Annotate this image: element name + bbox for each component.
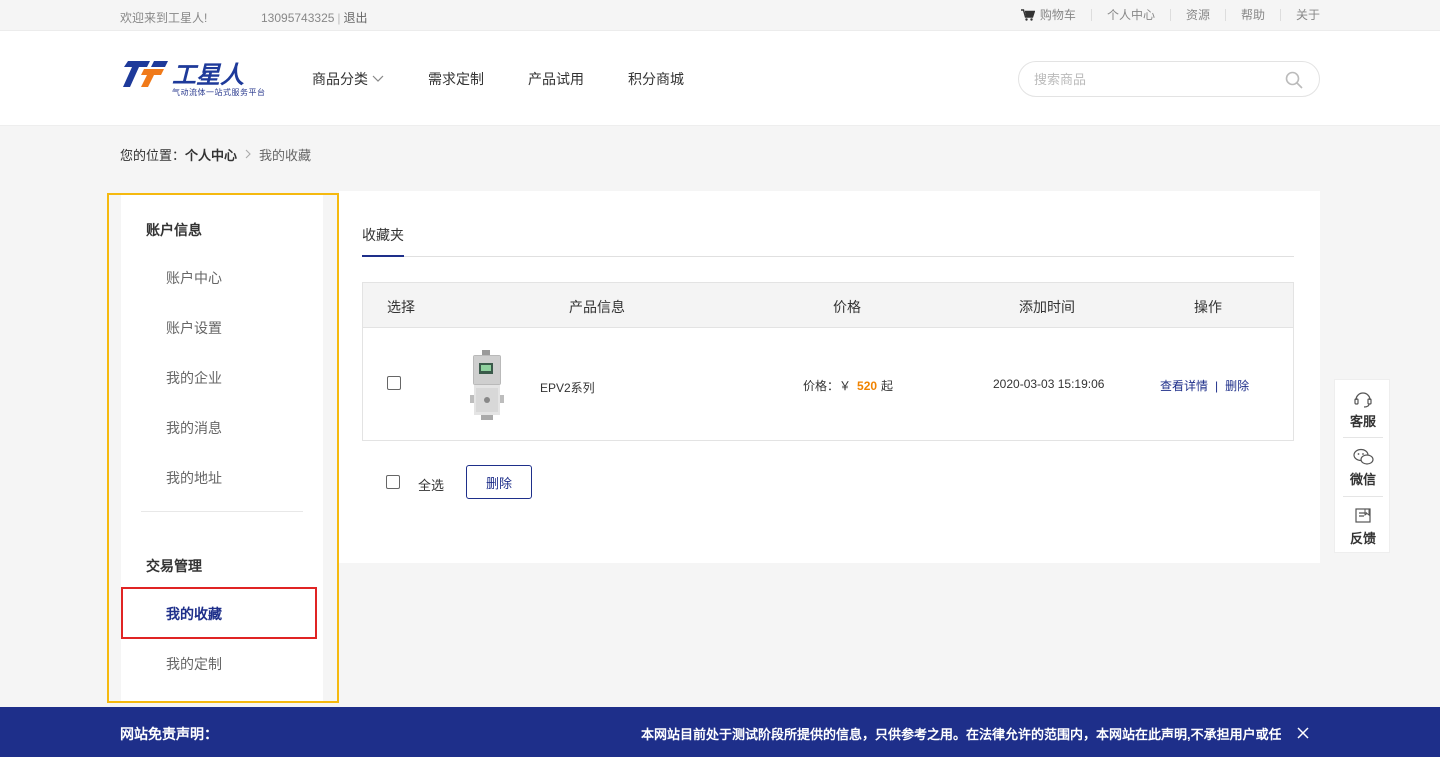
breadcrumb-user-center[interactable]: 个人中心 [185,145,237,164]
about-link[interactable]: 关于 [1279,9,1320,21]
breadcrumb-chevron-icon [245,147,251,162]
bulk-actions: 全选 删除 [362,465,762,499]
table-header: 选择 产品信息 价格 添加时间 操作 [363,283,1293,328]
headset-icon [1354,392,1372,408]
tab-active-indicator [362,255,404,257]
logo-slogan: 气动流体一站式服务平台 [172,88,266,97]
sidebar-item-my-messages[interactable]: 我的消息 [166,418,222,438]
col-select: 选择 [387,299,415,315]
cart-icon [1020,9,1035,21]
nav-categories-label: 商品分类 [312,71,368,87]
sidebar-item-my-custom[interactable]: 我的定制 [166,654,222,674]
table-row: EPV2系列 价格：￥ 520 起 2020-03-03 15:19:06 查看详情… [363,328,1293,440]
cart-label: 购物车 [1039,8,1076,22]
user-phone-area: 13095743325 | 退出 [261,9,368,26]
chevron-down-icon [372,75,384,82]
favorites-table: 选择 产品信息 价格 添加时间 操作 EPV2系列 价格：￥ 520 起 202… [362,282,1294,441]
nav-custom[interactable]: 需求定制 [428,69,484,89]
col-product: 产品信息 [569,299,625,315]
ops-separator: | [1215,379,1219,393]
nav-points-mall[interactable]: 积分商城 [628,69,684,89]
welcome-text: 欢迎来到工星人! [120,11,208,25]
logout-link[interactable]: 退出 [344,11,368,25]
col-operations: 操作 [1194,299,1222,315]
top-links: 购物车 个人中心 资源 帮助 关于 [1020,8,1320,22]
price-value: 520 [857,379,878,393]
nav-categories[interactable]: 商品分类 [312,69,384,89]
col-price: 价格 [833,299,861,315]
disclaimer-title: 网站免责声明： [120,726,218,742]
sidebar-item-my-company[interactable]: 我的企业 [166,368,222,388]
help-link[interactable]: 帮助 [1224,9,1280,21]
floating-tool-bar: 客服 微信 反馈 [1334,379,1390,553]
row-delete-link[interactable]: 删除 [1225,379,1249,393]
product-name[interactable]: EPV2系列 [540,379,595,396]
close-icon[interactable] [1296,726,1310,740]
search-input[interactable] [1034,70,1274,88]
price-suffix: 起 [881,379,894,393]
main-nav: 商品分类 需求定制 产品试用 积分商城 [312,69,728,89]
breadcrumb: 您的位置： 个人中心 我的收藏 [120,145,311,164]
main-panel: 收藏夹 选择 产品信息 价格 添加时间 操作 EPV2系列 价格：￥ 520 起… [339,191,1320,563]
sidebar-group-account: 账户信息 [146,222,202,238]
view-details-link[interactable]: 查看详情 [1160,379,1208,393]
sidebar-item-account-settings[interactable]: 账户设置 [166,318,222,338]
select-all-checkbox[interactable] [386,475,400,489]
search-box [1018,61,1320,97]
feedback-button[interactable]: 反馈 [1335,497,1391,555]
wechat-icon [1353,448,1374,465]
wechat-label: 微信 [1349,472,1376,487]
sidebar-group-trade: 交易管理 [146,558,202,574]
product-price: 价格：￥ 520 起 [803,377,893,394]
price-label: 价格：￥ [803,379,852,393]
nav-trial[interactable]: 产品试用 [528,69,584,89]
customer-service-label: 客服 [1349,414,1376,429]
row-operations: 查看详情 | 删除 [1160,377,1249,394]
sidebar-item-favorites[interactable]: 我的收藏 [166,604,222,624]
user-center-link[interactable]: 个人中心 [1090,9,1170,21]
top-bar: 欢迎来到工星人! 13095743325 | 退出 购物车 个人中心 资源 帮助 关… [0,0,1440,31]
sidebar-divider [141,511,303,512]
product-thumbnail[interactable] [467,350,507,420]
site-header: 工星人 气动流体一站式服务平台 商品分类 需求定制 产品试用 积分商城 [0,31,1440,126]
search-icon[interactable] [1285,71,1303,89]
resources-link[interactable]: 资源 [1169,9,1225,21]
sidebar-item-my-address[interactable]: 我的地址 [166,468,222,488]
user-phone: 13095743325 [261,11,335,25]
col-added-time: 添加时间 [1019,299,1075,315]
disclaimer-text: 本网站目前处于测试阶段所提供的信息，只供参考之用。在法律允许的范围内，本网站在此… [641,727,1281,742]
disclaimer-bar: 网站免责声明： 本网站目前处于测试阶段所提供的信息，只供参考之用。在法律允许的范… [0,707,1440,757]
site-logo[interactable]: 工星人 气动流体一站式服务平台 [120,59,272,99]
tab-baseline [362,256,1294,257]
added-time: 2020-03-03 15:19:06 [993,377,1105,391]
logo-mark-icon: 工星人 [123,61,244,89]
breadcrumb-prefix: 您的位置： [120,148,186,163]
breadcrumb-current: 我的收藏 [259,148,312,163]
sidebar-item-account-center[interactable]: 账户中心 [166,268,222,288]
bulk-delete-button[interactable]: 删除 [466,465,532,499]
select-all-label[interactable]: 全选 [418,475,444,494]
wechat-button[interactable]: 微信 [1335,438,1391,496]
row-checkbox[interactable] [387,376,401,390]
sidebar: 账户信息 账户中心 账户设置 我的企业 我的消息 我的地址 交易管理 我的收藏 … [121,195,323,701]
tab-favorites-folder[interactable]: 收藏夹 [362,225,404,245]
logo-wordmark: 工星人 [172,61,244,89]
phone-separator: | [337,11,341,25]
feedback-icon [1355,508,1371,523]
cart-link[interactable]: 购物车 [1020,8,1091,22]
feedback-label: 反馈 [1349,531,1376,546]
customer-service-button[interactable]: 客服 [1335,380,1391,438]
